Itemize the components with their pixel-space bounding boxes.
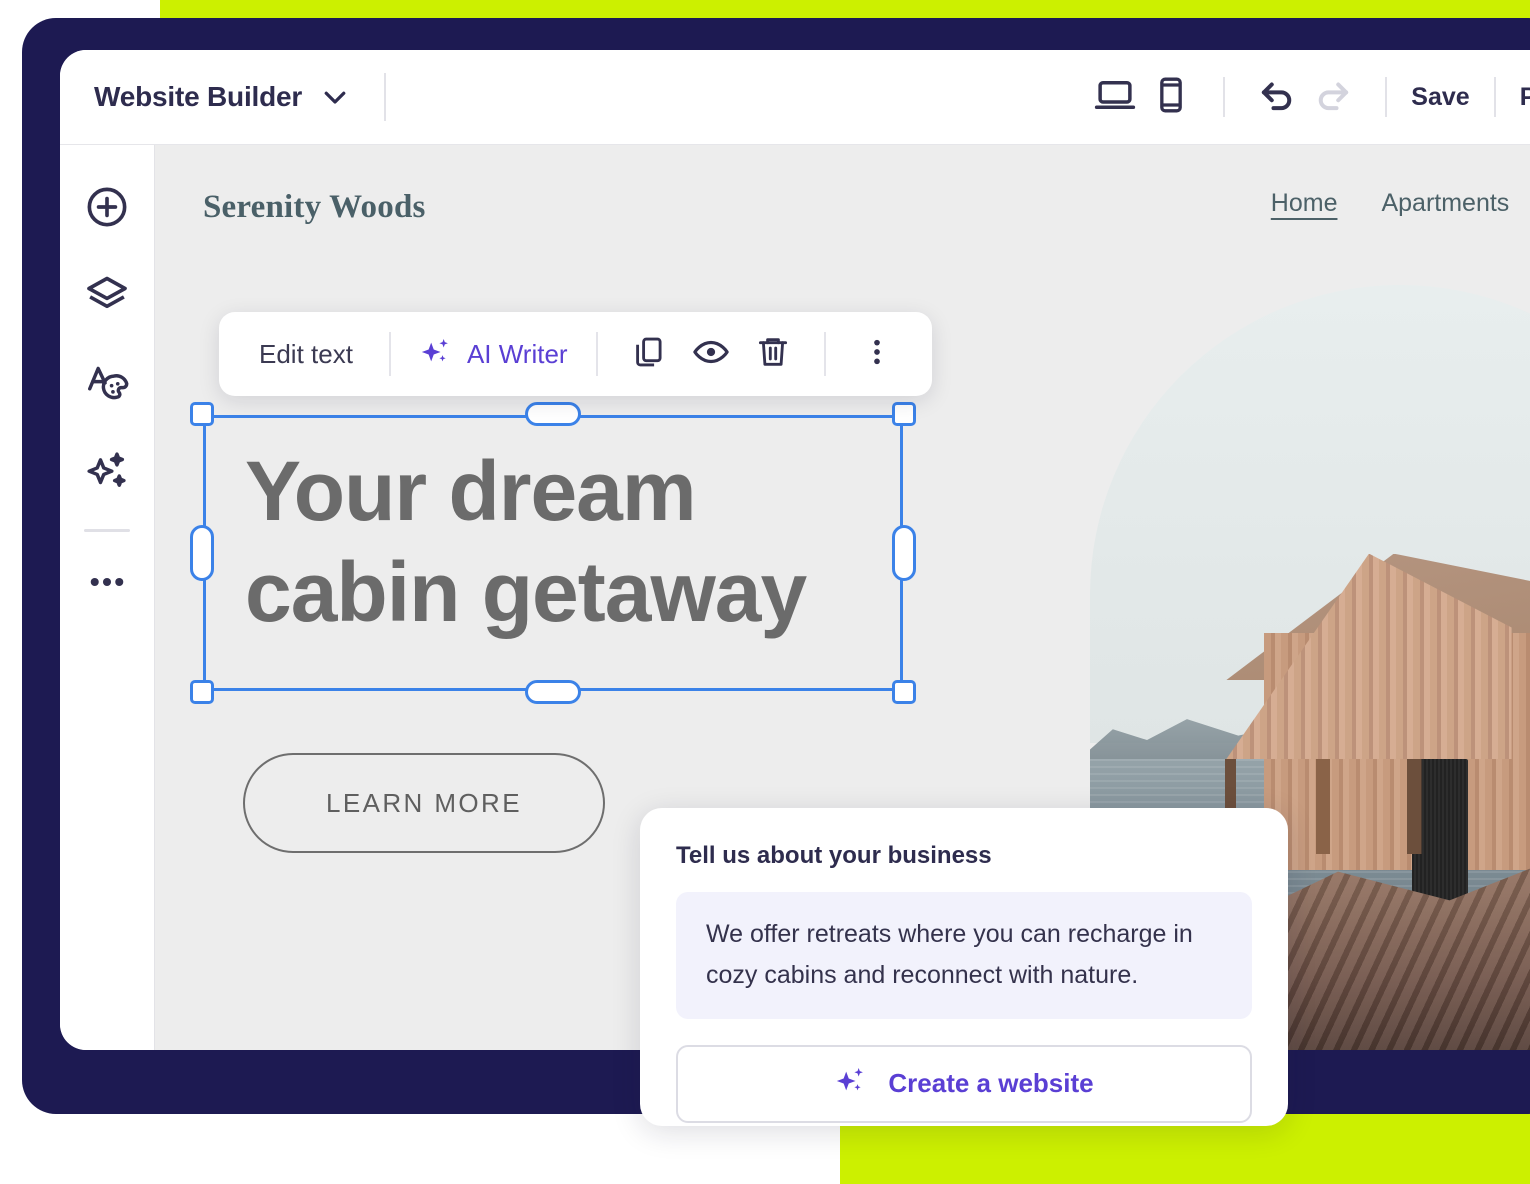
app-brand[interactable]: Website Builder [94, 81, 350, 113]
edit-text-button[interactable]: Edit text [243, 339, 369, 370]
app-header: Website Builder Save P [60, 50, 1530, 144]
hero-heading-line-1: Your dream [245, 444, 697, 538]
sidebar-item-more[interactable] [72, 540, 142, 628]
desktop-view-button[interactable] [1087, 69, 1143, 125]
header-divider-3 [1385, 77, 1388, 117]
resize-handle-middle-right[interactable] [892, 525, 916, 581]
app-title: Website Builder [94, 81, 303, 112]
selected-text-element[interactable]: Your dream cabin getaway [190, 402, 916, 704]
delete-button[interactable] [742, 323, 804, 385]
toolbar-divider-3 [823, 332, 826, 376]
ellipsis-vertical-icon [860, 335, 894, 374]
hero-heading[interactable]: Your dream cabin getaway [245, 441, 893, 643]
header-divider-4 [1493, 77, 1496, 117]
site-header: Serenity Woods Home Apartments A [155, 145, 1530, 226]
ellipsis-horizontal-icon [84, 559, 130, 610]
laptop-icon [1094, 74, 1136, 121]
sidebar-item-ai-tools[interactable] [72, 429, 142, 517]
ai-writer-button[interactable]: AI Writer [411, 335, 576, 374]
resize-handle-bottom-center[interactable] [525, 680, 581, 704]
redo-button[interactable] [1305, 69, 1361, 125]
ai-panel-title: Tell us about your business [676, 842, 992, 869]
chevron-down-icon[interactable] [320, 82, 350, 112]
element-edit-toolbar: Edit text AI Writer [219, 312, 932, 396]
resize-handle-top-right[interactable] [892, 402, 916, 426]
screenshot-stage: Website Builder Save P Serenity Woods Ho… [0, 0, 1530, 1184]
create-website-button[interactable]: Create a website [676, 1044, 1252, 1123]
resize-handle-top-left[interactable] [190, 402, 214, 426]
business-description-value: We offer retreats where you can recharge… [706, 920, 1193, 990]
eye-icon [692, 333, 730, 376]
sparkles-icon [84, 448, 130, 499]
learn-more-label: LEARN MORE [326, 787, 522, 818]
duplicate-button[interactable] [618, 323, 680, 385]
sparkles-icon [419, 335, 453, 374]
site-logo[interactable]: Serenity Woods [203, 189, 426, 226]
resize-handle-top-center[interactable] [525, 402, 581, 426]
header-divider [384, 73, 387, 121]
preview-button[interactable]: Pre [1520, 83, 1530, 112]
sidebar-item-theme[interactable] [72, 341, 142, 429]
visibility-button[interactable] [680, 323, 742, 385]
mobile-view-button[interactable] [1143, 69, 1199, 125]
header-divider-2 [1223, 77, 1226, 117]
more-options-button[interactable] [846, 323, 908, 385]
create-website-label: Create a website [888, 1068, 1094, 1098]
save-button[interactable]: Save [1411, 83, 1469, 112]
letter-palette-icon [84, 360, 130, 411]
sidebar-divider [84, 529, 130, 532]
business-description-input[interactable]: We offer retreats where you can recharge… [676, 892, 1252, 1019]
toolbar-divider-2 [595, 332, 598, 376]
duplicate-icon [631, 334, 667, 375]
undo-button[interactable] [1249, 69, 1305, 125]
toolbar-divider-1 [388, 332, 391, 376]
resize-handle-bottom-left[interactable] [190, 680, 214, 704]
site-nav-item-home[interactable]: Home [1271, 189, 1338, 218]
undo-arrow-icon [1256, 74, 1298, 121]
layers-icon [84, 272, 130, 323]
resize-handle-middle-left[interactable] [190, 525, 214, 581]
site-nav-item-apartments[interactable]: Apartments [1381, 189, 1509, 218]
header-actions: Save Pre [1087, 69, 1530, 125]
site-nav-links: Home Apartments A [1271, 189, 1530, 218]
sparkles-icon [834, 1064, 868, 1103]
ai-writer-label: AI Writer [466, 338, 568, 369]
sidebar-item-add[interactable] [72, 165, 142, 253]
ai-business-panel: Tell us about your business We offer ret… [640, 808, 1288, 1126]
learn-more-button[interactable]: LEARN MORE [243, 753, 605, 853]
phone-icon [1151, 75, 1191, 120]
plus-circle-icon [84, 184, 130, 235]
resize-handle-bottom-right[interactable] [892, 680, 916, 704]
sidebar-item-layers[interactable] [72, 253, 142, 341]
hero-heading-line-2: cabin getaway [245, 544, 807, 639]
redo-arrow-icon [1312, 74, 1354, 121]
trash-icon [755, 334, 791, 375]
left-sidebar [60, 145, 155, 1050]
